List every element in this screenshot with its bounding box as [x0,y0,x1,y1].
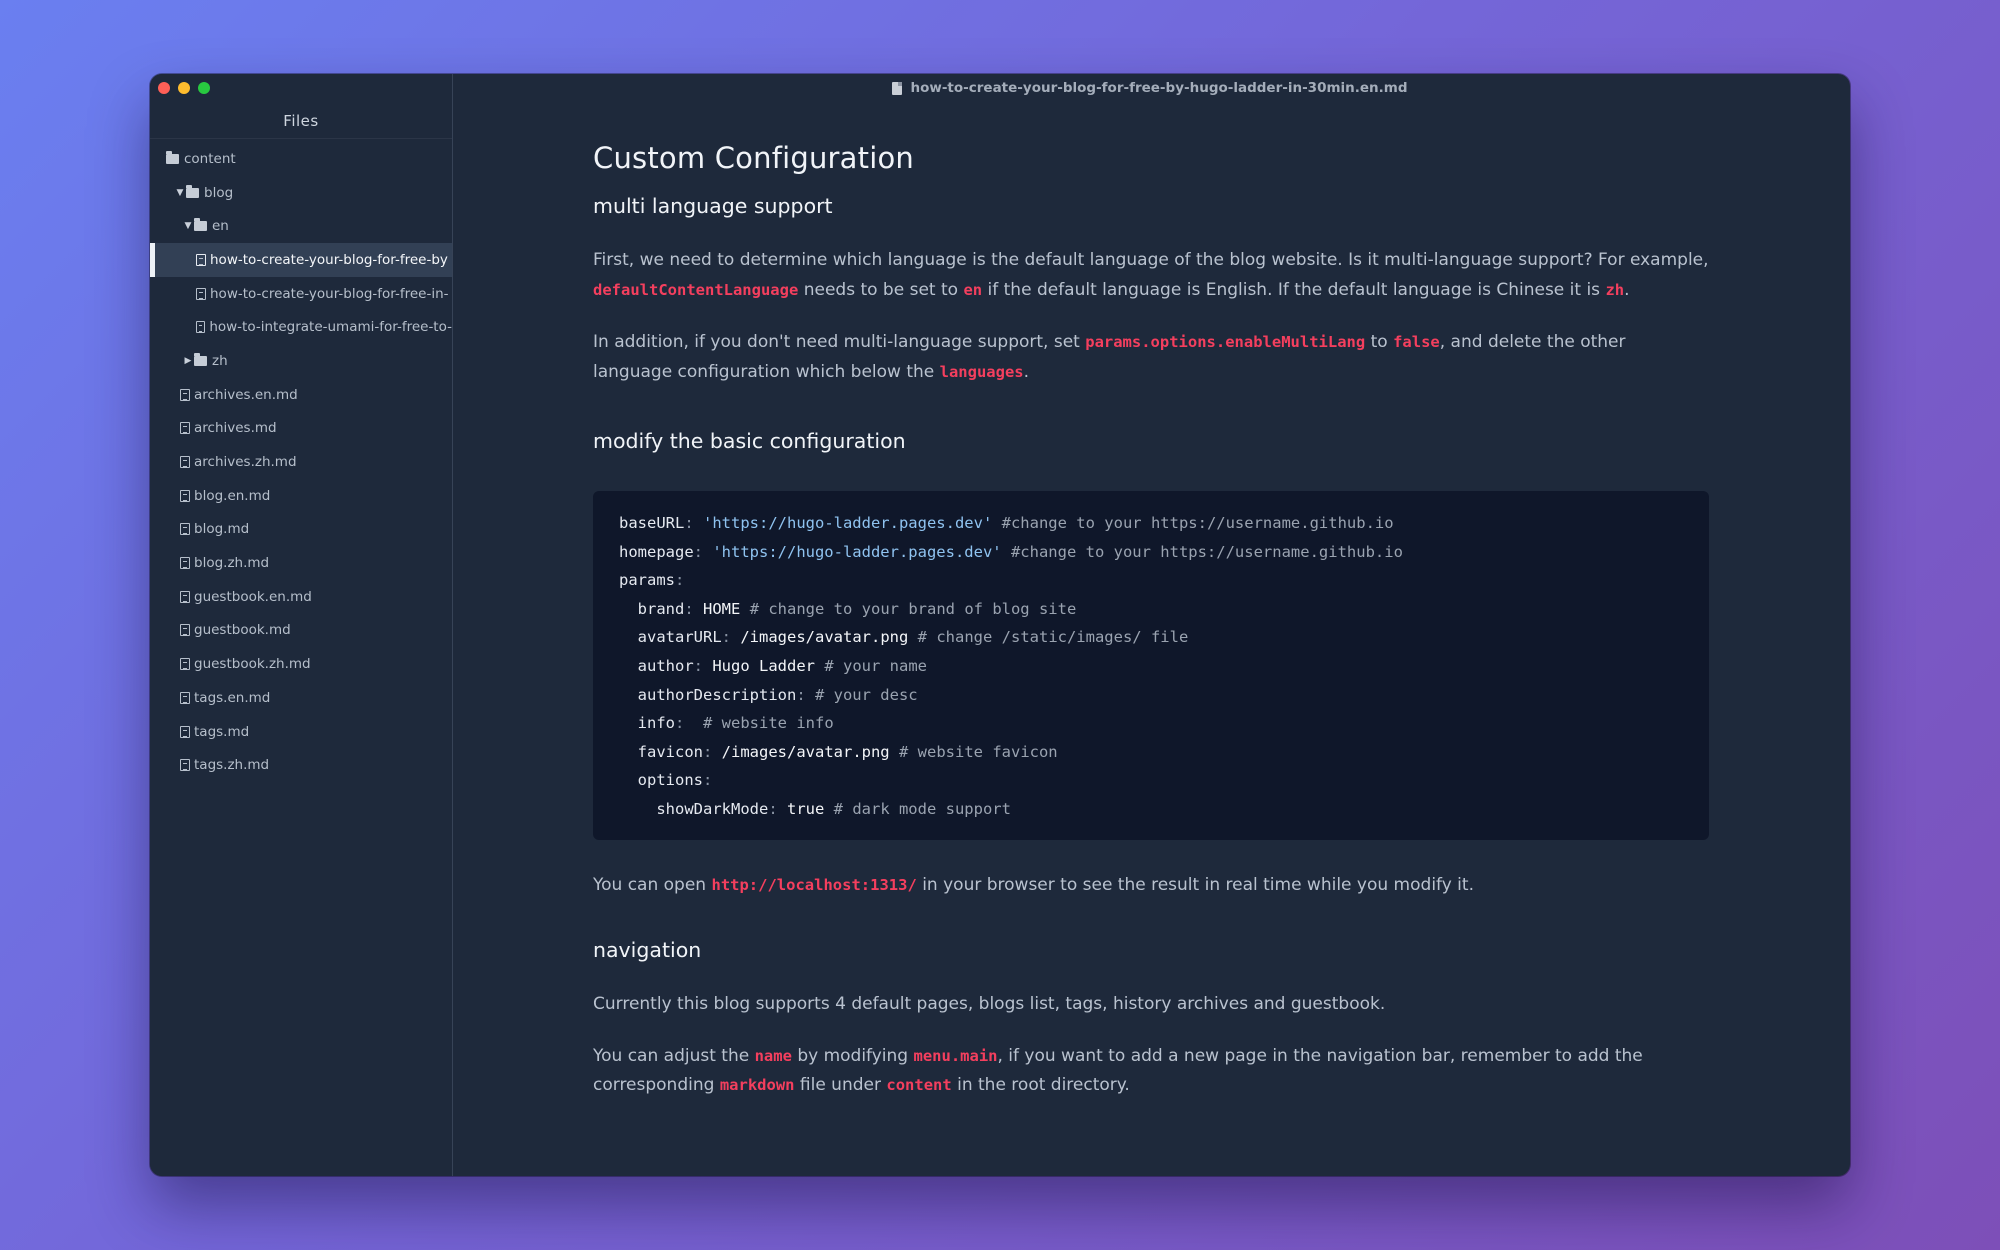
caret-down-icon[interactable]: ▼ [174,188,186,198]
tree-item-label: blog.zh.md [194,555,270,572]
tree-file-item[interactable]: blog.zh.md [150,546,452,580]
tree-item-label: archives.zh.md [194,454,297,471]
window-title: how-to-create-your-blog-for-free-by-hugo… [892,80,1408,96]
tree-file-item[interactable]: archives.md [150,412,452,446]
file-icon [180,523,190,536]
file-icon [180,388,190,401]
folder-icon [186,184,199,198]
folder-icon [194,218,207,232]
tree-file-item[interactable]: blog.en.md [150,479,452,513]
paragraph-disable-multilang: In addition, if you don't need multi-lan… [593,332,1626,382]
file-icon [196,321,206,334]
tree-file-item[interactable]: tags.md [150,715,452,749]
window-controls [158,82,210,94]
tree-item-label: how-to-integrate-umami-for-free-to- [209,319,452,336]
paragraph-menu-main: You can adjust the name by modifying men… [593,1045,1643,1096]
heading-navigation: navigation [593,938,702,963]
tree-item-label: blog [204,184,234,201]
tree-item-label: en [212,218,229,235]
tree-folder-content[interactable]: content [150,142,452,176]
tree-folder-zh[interactable]: ▶ zh [150,344,452,378]
tree-folder-blog[interactable]: ▼ blog [150,176,452,210]
file-icon [196,253,206,266]
tree-file-item[interactable]: how-to-integrate-umami-for-free-to- [150,310,452,344]
sidebar-title: Files [150,104,452,139]
tree-item-label: blog.en.md [194,487,271,504]
document-icon [892,81,903,95]
file-icon [180,624,190,637]
heading-modify-basic-configuration: modify the basic configuration [593,429,906,453]
inline-code: menu.main [913,1046,998,1065]
tree-file-item[interactable]: guestbook.md [150,614,452,648]
file-icon [180,691,190,704]
heading-multi-language-support: multi language support [593,194,833,218]
tree-item-label: archives.en.md [194,386,298,403]
article: Custom Configuration multi language supp… [593,134,1709,1101]
caret-right-icon[interactable]: ▶ [182,356,194,366]
file-tree: content ▼ blog ▼ en how-to-create-your-blog-f… [150,142,452,782]
file-icon [180,557,190,570]
file-icon [196,287,206,300]
inline-code: zh [1605,280,1625,299]
file-icon [180,658,190,671]
editor-content[interactable]: Custom Configuration multi language supp… [453,74,1850,1176]
paragraph-localhost: You can open http://localhost:1313/ in y… [593,874,1474,895]
code-block[interactable]: baseURL: 'https://hugo-ladder.pages.dev'… [593,491,1709,840]
title-bar: how-to-create-your-blog-for-free-by-hugo… [150,74,1850,102]
editor-window: how-to-create-your-blog-for-free-by-hugo… [150,74,1850,1176]
heading-custom-configuration: Custom Configuration [593,141,914,175]
tree-item-label: how-to-create-your-blog-for-free-by [210,251,448,268]
tree-item-label: how-to-create-your-blog-for-free-in- [210,285,449,302]
inline-code: markdown [719,1076,795,1095]
folder-icon [166,150,179,164]
folder-icon [194,352,207,366]
tree-item-label: guestbook.md [194,622,291,639]
tree-file-item[interactable]: archives.en.md [150,378,452,412]
tree-item-label: tags.en.md [194,689,271,706]
inline-code: defaultContentLanguage [593,280,799,299]
inline-code: en [963,280,983,299]
paragraph-default-pages: Currently this blog supports 4 default p… [593,994,1386,1015]
tree-file-item[interactable]: tags.en.md [150,681,452,715]
tree-item-label: guestbook.zh.md [194,656,311,673]
paragraph-default-language: First, we need to determine which langua… [593,250,1709,300]
file-icon [180,759,190,772]
tree-item-label: guestbook.en.md [194,588,312,605]
file-icon [180,422,190,435]
tree-item-label: zh [212,352,228,369]
tree-item-label: content [184,150,236,167]
tree-file-item[interactable]: blog.md [150,513,452,547]
file-icon [180,456,190,469]
inline-code: languages [939,362,1024,381]
localhost-link[interactable]: http://localhost:1313/ [711,876,916,894]
inline-code: params.options.enableMultiLang [1085,333,1366,351]
file-sidebar: Files content ▼ blog ▼ en how-to-create-your-… [150,74,453,1176]
inline-code: name [754,1046,792,1065]
file-icon [180,725,190,738]
maximize-window-button[interactable] [198,82,210,94]
inline-code: content [886,1076,952,1095]
file-icon [180,489,190,502]
tree-file-item[interactable]: guestbook.zh.md [150,647,452,681]
tree-folder-en[interactable]: ▼ en [150,209,452,243]
caret-down-icon[interactable]: ▼ [182,221,194,231]
window-title-text: how-to-create-your-blog-for-free-by-hugo… [910,80,1408,96]
minimize-window-button[interactable] [178,82,190,94]
file-icon [180,590,190,603]
tree-item-label: tags.md [194,723,250,740]
tree-file-item[interactable]: tags.zh.md [150,748,452,782]
tree-file-item[interactable]: how-to-create-your-blog-for-free-in- [150,277,452,311]
close-window-button[interactable] [158,82,170,94]
tree-file-item[interactable]: guestbook.en.md [150,580,452,614]
tree-item-label: blog.md [194,521,250,538]
tree-item-label: archives.md [194,420,277,437]
tree-item-label: tags.zh.md [194,757,270,774]
tree-file-item[interactable]: archives.zh.md [150,445,452,479]
inline-code: false [1393,333,1440,351]
tree-file-item[interactable]: how-to-create-your-blog-for-free-by [150,243,452,277]
